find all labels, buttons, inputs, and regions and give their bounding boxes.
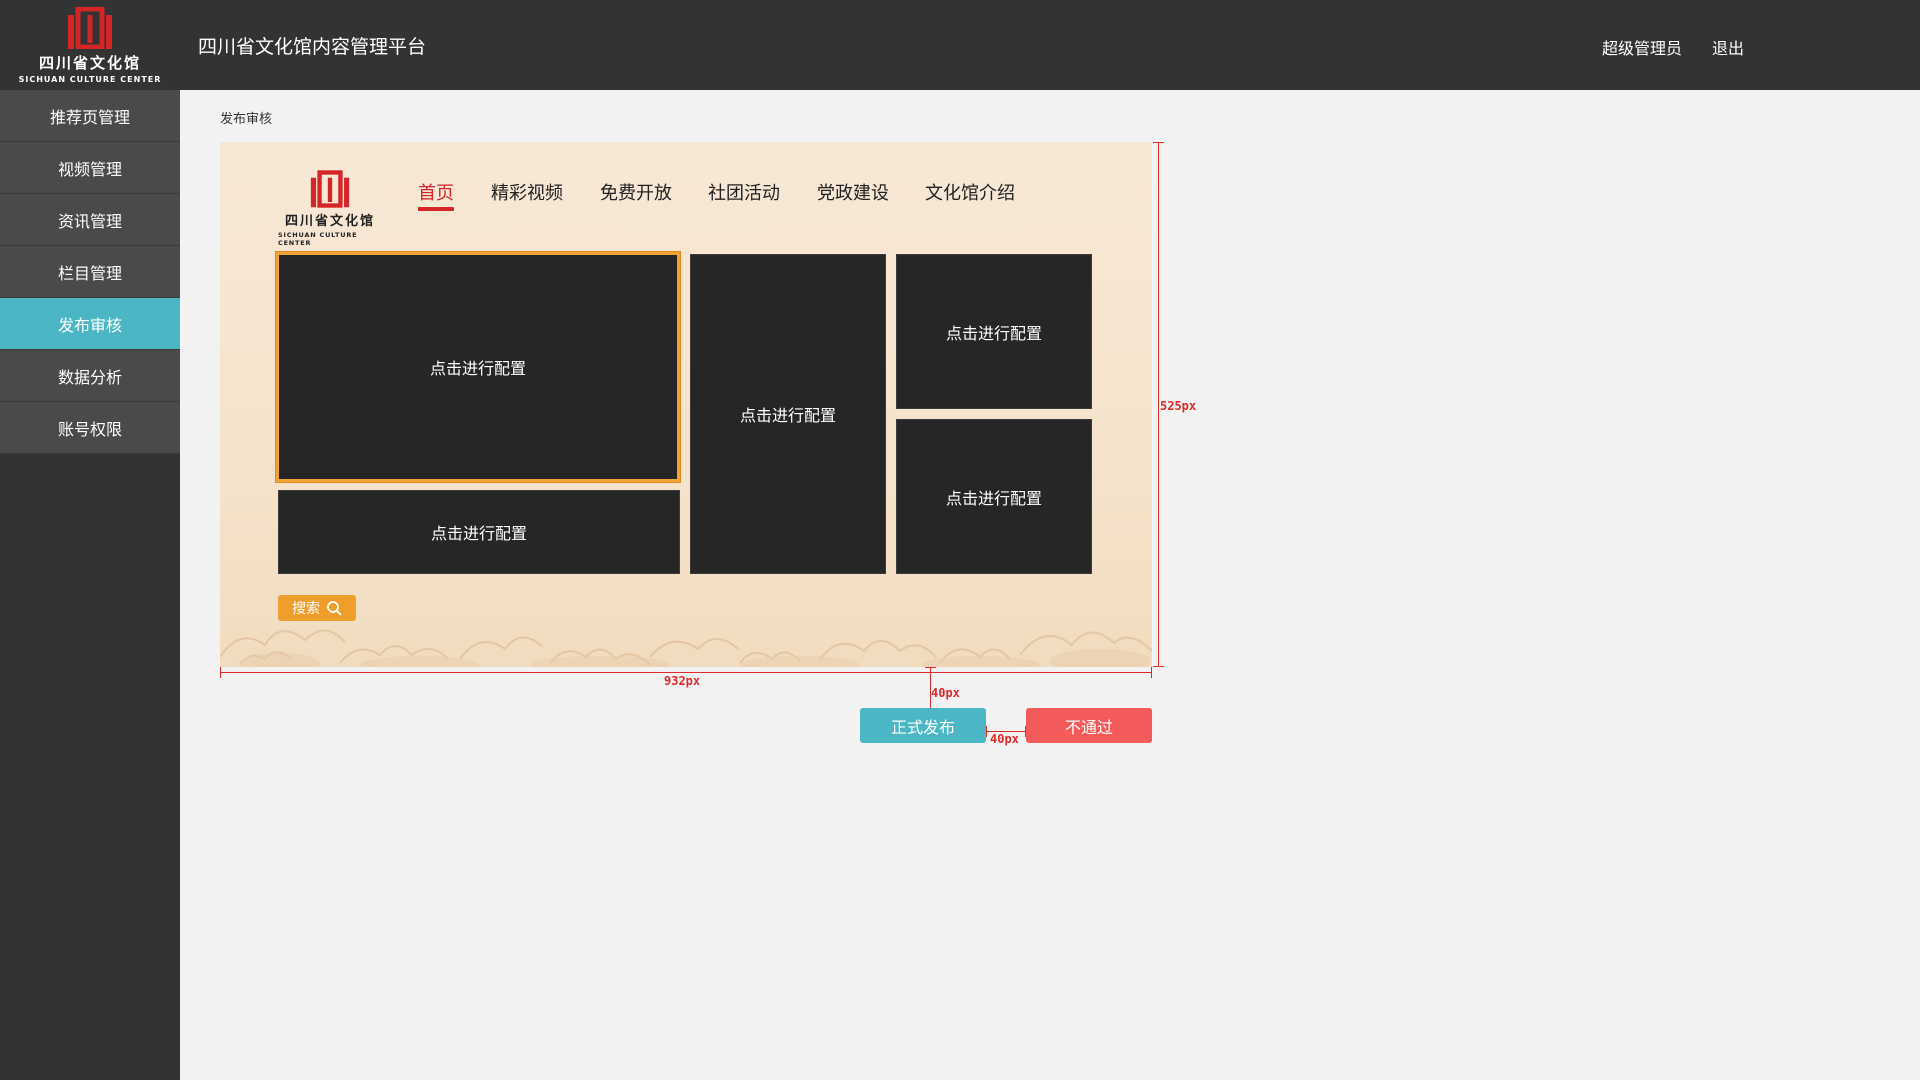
height-dimension-cap-bottom — [1153, 666, 1164, 667]
height-dimension-line — [1158, 142, 1159, 667]
gap-horizontal-cap-left — [986, 726, 987, 737]
preview-nav-free-open[interactable]: 免费开放 — [600, 179, 672, 205]
current-user-link[interactable]: 超级管理员 — [1602, 35, 1682, 59]
config-tile-large[interactable]: 点击进行配置 — [276, 252, 680, 482]
sidebar-item-account-permissions[interactable]: 账号权限 — [0, 402, 180, 454]
sidebar-nav: 推荐页管理 视频管理 资讯管理 栏目管理 发布审核 数据分析 账号权限 — [0, 90, 180, 1080]
reject-button[interactable]: 不通过 — [1026, 708, 1152, 743]
width-dimension-line — [220, 672, 1152, 673]
breadcrumb: 发布审核 — [220, 108, 272, 127]
sidebar-item-video[interactable]: 视频管理 — [0, 142, 180, 194]
gap-vertical-cap-top — [925, 667, 936, 668]
culture-center-logo-icon — [67, 7, 113, 49]
preview-nav-about[interactable]: 文化馆介绍 — [925, 179, 1015, 205]
platform-title: 四川省文化馆内容管理平台 — [198, 32, 426, 59]
logout-link[interactable]: 退出 — [1712, 35, 1744, 59]
app-logo: 四川省文化馆 SICHUAN CULTURE CENTER — [0, 0, 180, 90]
preview-nav-home[interactable]: 首页 — [418, 179, 454, 205]
top-header: 四川省文化馆 SICHUAN CULTURE CENTER 四川省文化馆内容管理… — [0, 0, 1920, 90]
config-tile-bottom-right[interactable]: 点击进行配置 — [896, 419, 1092, 574]
width-dimension-cap-left — [220, 667, 221, 678]
gap-horizontal-dimension-label: 40px — [990, 732, 1019, 746]
preview-logo: 四川省文化馆 SICHUAN CULTURE CENTER — [278, 170, 382, 247]
culture-center-logo-icon — [310, 170, 350, 208]
sidebar-item-publish-review[interactable]: 发布审核 — [0, 298, 180, 350]
homepage-preview: 四川省文化馆 SICHUAN CULTURE CENTER 首页 精彩视频 免费… — [220, 142, 1152, 667]
config-tile-bottom-left[interactable]: 点击进行配置 — [278, 490, 680, 574]
sidebar-item-recommend[interactable]: 推荐页管理 — [0, 90, 180, 142]
sidebar-item-columns[interactable]: 栏目管理 — [0, 246, 180, 298]
config-tile-top-right[interactable]: 点击进行配置 — [896, 254, 1092, 409]
preview-logo-chinese-name: 四川省文化馆 — [285, 210, 375, 229]
height-dimension-cap-top — [1153, 142, 1164, 143]
logo-chinese-name: 四川省文化馆 — [39, 52, 141, 73]
preview-nav-videos[interactable]: 精彩视频 — [491, 179, 563, 205]
publish-button[interactable]: 正式发布 — [860, 708, 986, 743]
sidebar-item-news[interactable]: 资讯管理 — [0, 194, 180, 246]
gap-vertical-dimension-label: 40px — [931, 686, 960, 700]
sidebar-item-data-analysis[interactable]: 数据分析 — [0, 350, 180, 402]
cloud-pattern-decoration — [220, 597, 1152, 667]
logo-english-name: SICHUAN CULTURE CENTER — [19, 75, 162, 84]
preview-logo-english-name: SICHUAN CULTURE CENTER — [278, 231, 382, 247]
preview-nav-party-building[interactable]: 党政建设 — [817, 179, 889, 205]
width-dimension-label: 932px — [664, 674, 700, 688]
width-dimension-cap-right — [1151, 667, 1152, 678]
preview-nav-clubs[interactable]: 社团活动 — [708, 179, 780, 205]
config-tile-tall[interactable]: 点击进行配置 — [690, 254, 886, 574]
height-dimension-label: 525px — [1160, 399, 1196, 413]
